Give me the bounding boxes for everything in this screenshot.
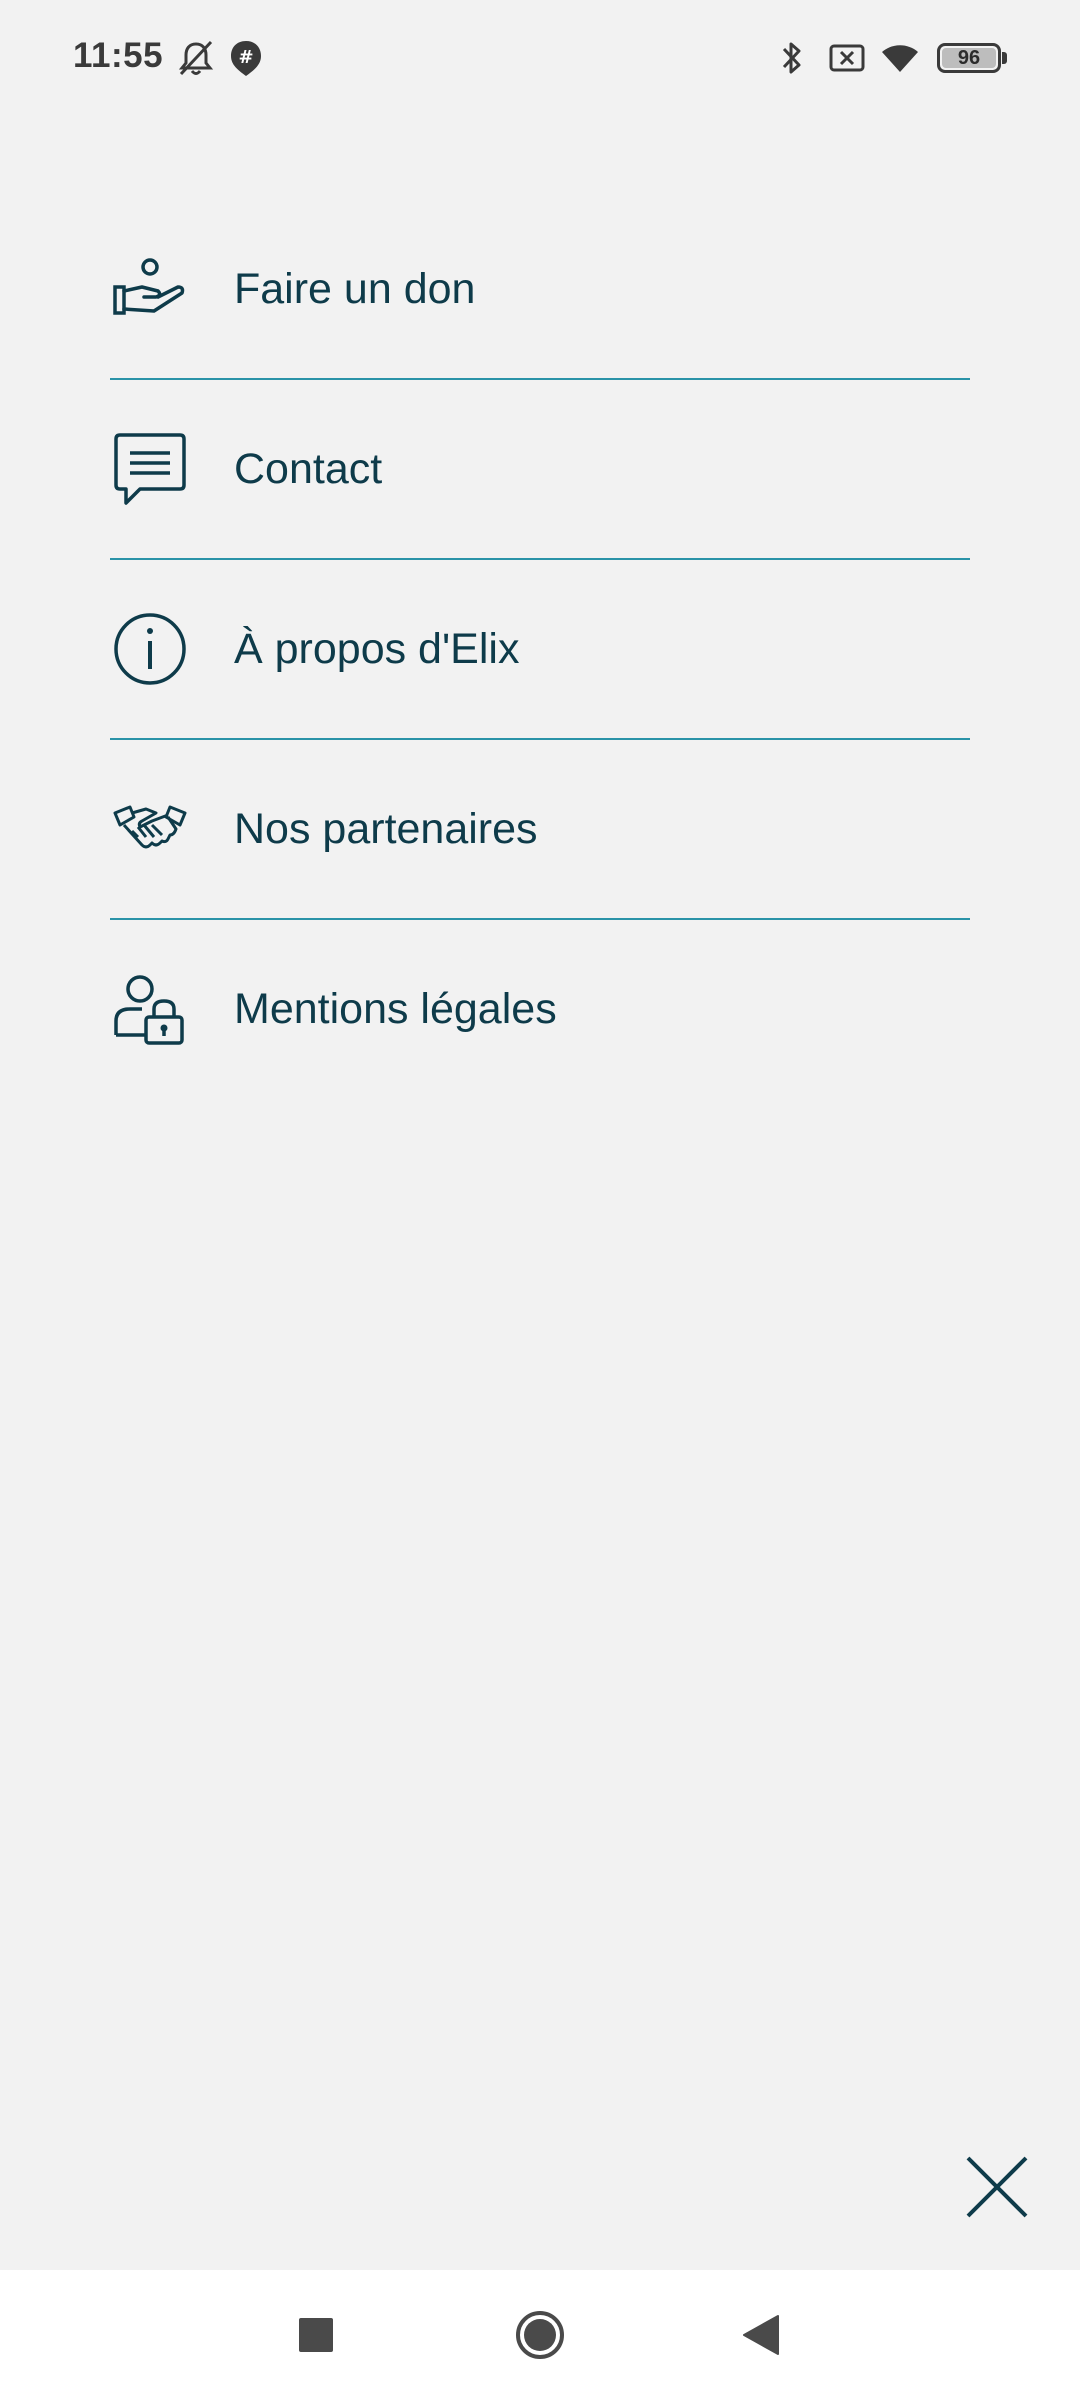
home-circle-icon [516, 2311, 564, 2359]
wifi-icon [882, 45, 918, 72]
menu-item-label: Faire un don [234, 264, 476, 313]
home-button[interactable] [485, 2270, 595, 2400]
bluetooth-icon [782, 42, 801, 74]
svg-text:#: # [238, 47, 253, 68]
menu-item-a-propos[interactable]: À propos d'Elix [110, 560, 970, 740]
battery-level: 96 [957, 47, 981, 69]
menu-item-contact[interactable]: Contact [110, 380, 970, 560]
menu-item-label: Mentions légales [234, 984, 557, 1033]
menu-item-nos-partenaires[interactable]: Nos partenaires [110, 740, 970, 920]
info-icon [110, 609, 190, 689]
menu-list: Faire un don Contact À propos d'Elix Nos… [110, 200, 970, 1098]
back-triangle-icon [743, 2315, 779, 2355]
handshake-icon [110, 789, 190, 869]
battery-cap [1002, 52, 1007, 64]
donate-hand-icon [110, 249, 190, 329]
status-bar: 11:55 # 96 [0, 0, 1080, 120]
menu-item-label: À propos d'Elix [234, 624, 520, 673]
battery-icon: 96 [937, 43, 1001, 73]
menu-item-mentions-legales[interactable]: Mentions légales [110, 920, 970, 1098]
menu-item-label: Nos partenaires [234, 804, 538, 853]
user-lock-icon [110, 969, 190, 1049]
back-button[interactable] [706, 2270, 816, 2400]
close-icon [966, 2156, 1028, 2218]
menu-item-faire-un-don[interactable]: Faire un don [110, 200, 970, 380]
recents-square-icon [299, 2318, 333, 2352]
hashtag-notification-icon: # [231, 41, 261, 76]
chat-bubble-icon [110, 429, 190, 509]
mute-bell-icon [178, 40, 214, 76]
navigation-bar [0, 2270, 1080, 2400]
no-sim-icon [829, 44, 865, 72]
close-button[interactable] [962, 2152, 1032, 2222]
menu-item-label: Contact [234, 444, 383, 493]
status-time: 11:55 [73, 36, 164, 75]
recents-button[interactable] [261, 2270, 371, 2400]
